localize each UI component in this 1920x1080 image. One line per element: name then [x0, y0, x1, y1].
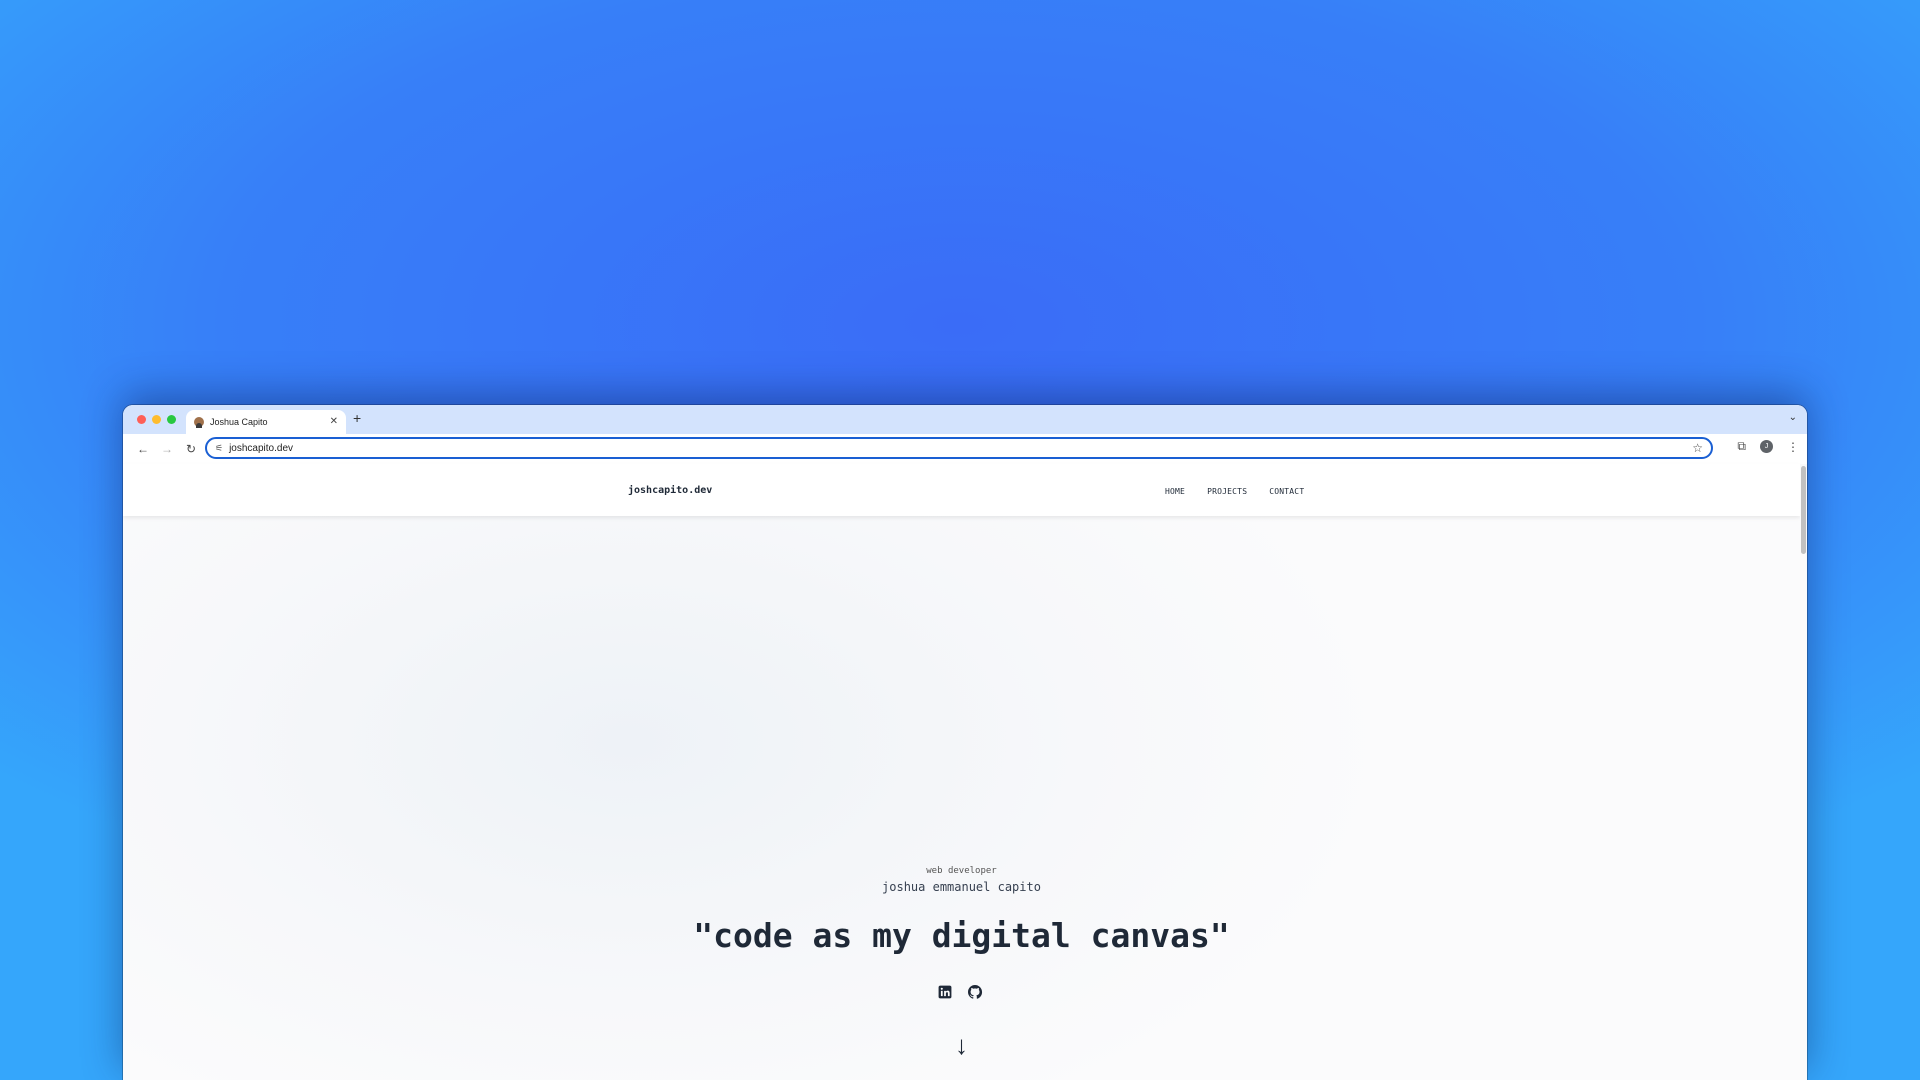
maximize-window-button[interactable]	[167, 415, 176, 424]
scroll-down-arrow-icon[interactable]: ↓	[123, 1030, 1800, 1061]
back-button[interactable]: ←	[131, 442, 155, 456]
hero-tagline: "code as my digital canvas"	[693, 916, 1230, 955]
browser-toolbar: ← → ↻ ⚟ joshcapito.dev ☆ ⧉ J ⋮	[123, 434, 1807, 464]
tab-close-icon[interactable]: ✕	[330, 417, 338, 427]
site-logo[interactable]: joshcapito.dev	[628, 485, 712, 496]
menu-kebab-icon[interactable]: ⋮	[1787, 440, 1799, 454]
profile-avatar[interactable]: J	[1760, 440, 1773, 453]
nav-projects[interactable]: PROJECTS	[1207, 487, 1247, 496]
social-links	[937, 984, 983, 1000]
page-viewport: joshcapito.dev HOME PROJECTS CONTACT web…	[123, 464, 1807, 1080]
minimize-window-button[interactable]	[152, 415, 161, 424]
forward-button[interactable]: →	[155, 442, 179, 456]
reload-button[interactable]: ↻	[179, 442, 203, 456]
tab-search-icon[interactable]: ⌄	[1789, 412, 1797, 423]
hero-role: web developer	[926, 866, 997, 876]
browser-tab[interactable]: Joshua Capito ✕	[186, 410, 346, 434]
github-icon[interactable]	[967, 984, 983, 1000]
nav-home[interactable]: HOME	[1165, 487, 1185, 496]
hero-name: joshua emmanuel capito	[882, 880, 1041, 894]
window-controls	[137, 415, 176, 424]
scrollbar-thumb[interactable]	[1801, 466, 1806, 554]
scrollbar[interactable]	[1800, 464, 1807, 1080]
url-text[interactable]: joshcapito.dev	[229, 443, 1692, 454]
close-window-button[interactable]	[137, 415, 146, 424]
new-tab-button[interactable]: +	[353, 411, 361, 425]
tab-strip: Joshua Capito ✕ + ⌄	[123, 405, 1807, 434]
bookmark-star-icon[interactable]: ☆	[1692, 441, 1703, 455]
browser-window: Joshua Capito ✕ + ⌄ ← → ↻ ⚟ joshcapito.d…	[123, 405, 1807, 1080]
favicon-icon	[194, 417, 204, 428]
tab-title: Joshua Capito	[210, 417, 268, 427]
site-nav: HOME PROJECTS CONTACT	[1165, 487, 1304, 496]
nav-contact[interactable]: CONTACT	[1269, 487, 1304, 496]
extensions-icon[interactable]: ⧉	[1737, 439, 1746, 454]
linkedin-icon[interactable]	[937, 984, 953, 1000]
address-bar[interactable]: ⚟ joshcapito.dev ☆	[205, 437, 1713, 459]
site-header: joshcapito.dev HOME PROJECTS CONTACT	[123, 464, 1800, 516]
site-settings-icon[interactable]: ⚟	[215, 443, 223, 454]
